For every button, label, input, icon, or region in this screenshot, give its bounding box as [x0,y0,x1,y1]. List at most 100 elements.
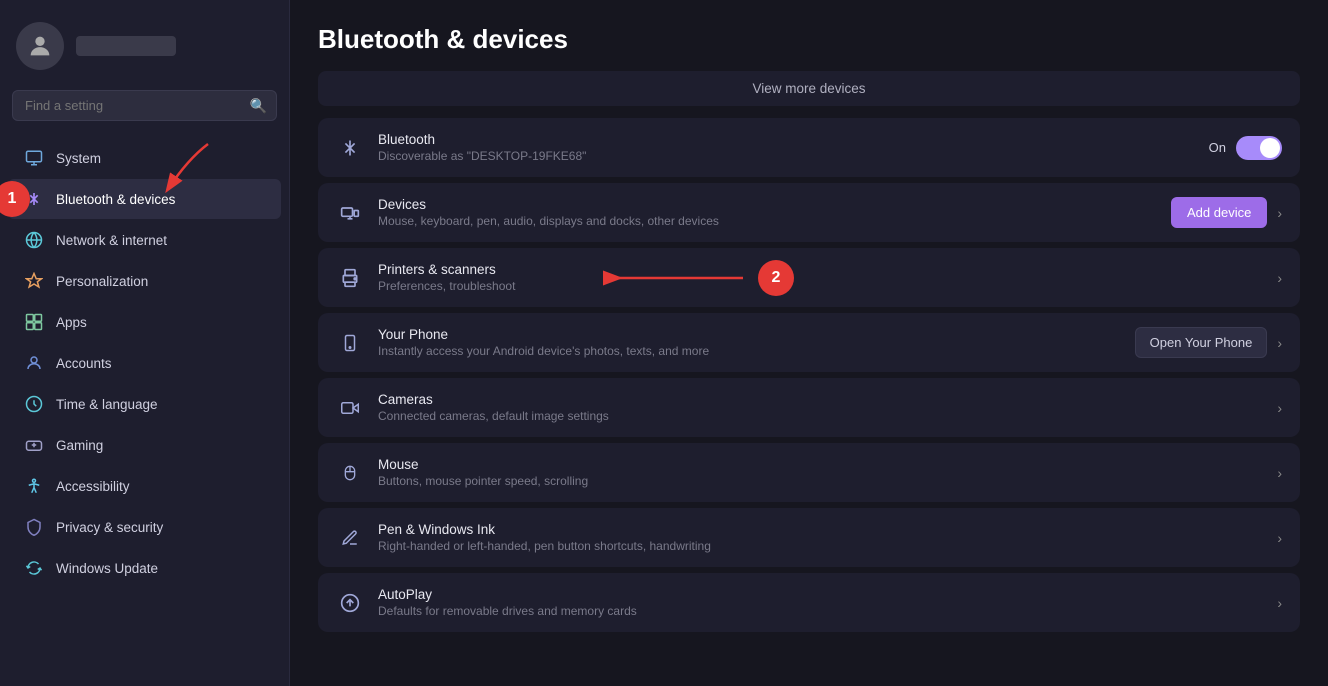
sidebar-item-label: System [56,151,101,166]
mouse-chevron: › [1277,465,1282,481]
sidebar: 🔍 System Bluetooth & devices 1 [0,0,290,686]
devices-icon [336,199,364,227]
printers-subtitle: Preferences, troubleshoot [378,279,1263,293]
sidebar-item-label: Accounts [56,356,112,371]
sidebar-item-system[interactable]: System [8,138,281,178]
sidebar-item-network[interactable]: Network & internet [8,220,281,260]
bluetooth-nav-icon [24,189,44,209]
user-profile[interactable] [0,10,289,86]
cameras-subtitle: Connected cameras, default image setting… [378,409,1263,423]
printers-title: Printers & scanners [378,262,1263,277]
printers-row-text: Printers & scanners Preferences, trouble… [378,262,1263,293]
gaming-icon [24,435,44,455]
username-box [76,36,176,56]
bluetooth-subtitle: Discoverable as "DESKTOP-19FKE68" [378,149,1195,163]
system-icon [24,148,44,168]
sidebar-item-privacy[interactable]: Privacy & security [8,507,281,547]
sidebar-item-bluetooth[interactable]: Bluetooth & devices 1 [8,179,281,219]
page-title: Bluetooth & devices [318,0,1300,71]
mouse-action: › [1277,465,1282,481]
devices-action: Add device › [1171,197,1282,228]
open-phone-button[interactable]: Open Your Phone [1135,327,1268,358]
sidebar-item-label: Accessibility [56,479,130,494]
accounts-icon [24,353,44,373]
search-input[interactable] [12,90,277,121]
bluetooth-row-text: Bluetooth Discoverable as "DESKTOP-19FKE… [378,132,1195,163]
pen-subtitle: Right-handed or left-handed, pen button … [378,539,1263,553]
bluetooth-icon [336,134,364,162]
add-device-button[interactable]: Add device [1171,197,1267,228]
pen-icon [336,524,364,552]
autoplay-row[interactable]: AutoPlay Defaults for removable drives a… [318,573,1300,632]
phone-action: Open Your Phone › [1135,327,1282,358]
bluetooth-row[interactable]: Bluetooth Discoverable as "DESKTOP-19FKE… [318,118,1300,177]
sidebar-item-label: Windows Update [56,561,158,576]
avatar [16,22,64,70]
toggle-label: On [1209,140,1226,155]
mouse-title: Mouse [378,457,1263,472]
pen-chevron: › [1277,530,1282,546]
personalization-icon [24,271,44,291]
cameras-row[interactable]: Cameras Connected cameras, default image… [318,378,1300,437]
mouse-icon [336,459,364,487]
devices-title: Devices [378,197,1157,212]
privacy-icon [24,517,44,537]
autoplay-subtitle: Defaults for removable drives and memory… [378,604,1263,618]
network-icon [24,230,44,250]
sidebar-item-accessibility[interactable]: Accessibility [8,466,281,506]
sidebar-item-label: Time & language [56,397,158,412]
printers-action: › [1277,270,1282,286]
pen-action: › [1277,530,1282,546]
sidebar-item-label: Privacy & security [56,520,163,535]
sidebar-item-label: Bluetooth & devices [56,192,175,207]
mouse-row[interactable]: Mouse Buttons, mouse pointer speed, scro… [318,443,1300,502]
time-icon [24,394,44,414]
sidebar-item-personalization[interactable]: Personalization [8,261,281,301]
bluetooth-action: On [1209,136,1282,160]
autoplay-chevron: › [1277,595,1282,611]
sidebar-item-label: Apps [56,315,87,330]
phone-row[interactable]: Your Phone Instantly access your Android… [318,313,1300,372]
windows-update-icon [24,558,44,578]
autoplay-title: AutoPlay [378,587,1263,602]
devices-row-text: Devices Mouse, keyboard, pen, audio, dis… [378,197,1157,228]
autoplay-row-text: AutoPlay Defaults for removable drives a… [378,587,1263,618]
cameras-row-text: Cameras Connected cameras, default image… [378,392,1263,423]
settings-section-cameras: Cameras Connected cameras, default image… [318,378,1300,437]
apps-icon [24,312,44,332]
autoplay-icon [336,589,364,617]
camera-icon [336,394,364,422]
view-more-label: View more devices [752,81,865,96]
pen-row[interactable]: Pen & Windows Ink Right-handed or left-h… [318,508,1300,567]
accessibility-icon [24,476,44,496]
settings-section-bluetooth: Bluetooth Discoverable as "DESKTOP-19FKE… [318,118,1300,177]
toggle-knob [1260,138,1280,158]
cameras-title: Cameras [378,392,1263,407]
sidebar-item-time[interactable]: Time & language [8,384,281,424]
bluetooth-toggle[interactable] [1236,136,1282,160]
settings-section-pen: Pen & Windows Ink Right-handed or left-h… [318,508,1300,567]
settings-section-autoplay: AutoPlay Defaults for removable drives a… [318,573,1300,632]
phone-title: Your Phone [378,327,1121,342]
mouse-subtitle: Buttons, mouse pointer speed, scrolling [378,474,1263,488]
sidebar-item-gaming[interactable]: Gaming [8,425,281,465]
sidebar-item-accounts[interactable]: Accounts [8,343,281,383]
autoplay-action: › [1277,595,1282,611]
search-icon: 🔍 [250,97,267,114]
phone-icon [336,329,364,357]
sidebar-item-windows-update[interactable]: Windows Update [8,548,281,588]
sidebar-item-apps[interactable]: Apps [8,302,281,342]
cameras-chevron: › [1277,400,1282,416]
printer-icon [336,264,364,292]
mouse-row-text: Mouse Buttons, mouse pointer speed, scro… [378,457,1263,488]
sidebar-item-label: Network & internet [56,233,167,248]
phone-subtitle: Instantly access your Android device's p… [378,344,1121,358]
bluetooth-title: Bluetooth [378,132,1195,147]
user-icon [26,32,54,60]
devices-row[interactable]: Devices Mouse, keyboard, pen, audio, dis… [318,183,1300,242]
settings-section-devices: Devices Mouse, keyboard, pen, audio, dis… [318,183,1300,242]
printers-chevron: › [1277,270,1282,286]
view-more-bar[interactable]: View more devices [318,71,1300,106]
phone-row-text: Your Phone Instantly access your Android… [378,327,1121,358]
printers-row[interactable]: Printers & scanners Preferences, trouble… [318,248,1300,307]
